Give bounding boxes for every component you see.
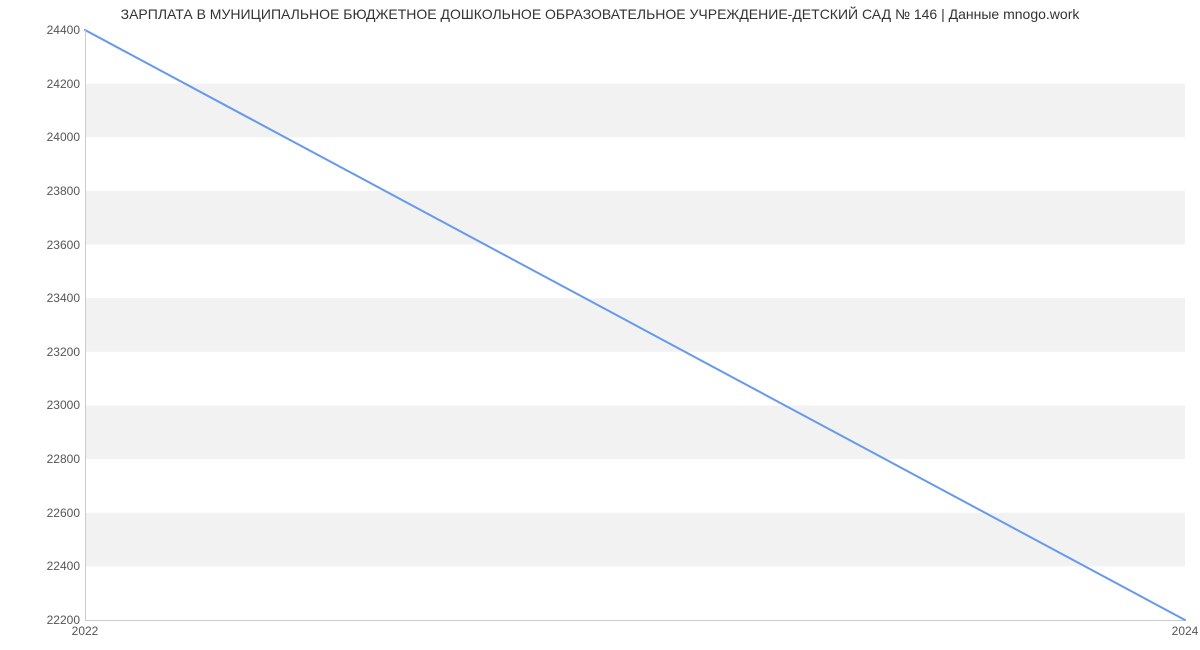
y-axis-line [85,30,86,620]
plot-svg [85,30,1185,620]
y-tick-label: 23600 [10,238,80,252]
y-tick-label: 22400 [10,559,80,573]
y-tick-label: 23200 [10,345,80,359]
y-tick-label: 24400 [10,23,80,37]
grid-band [85,513,1185,567]
y-tick-label: 23800 [10,184,80,198]
chart-title: ЗАРПЛАТА В МУНИЦИПАЛЬНОЕ БЮДЖЕТНОЕ ДОШКО… [0,6,1200,22]
chart-container: ЗАРПЛАТА В МУНИЦИПАЛЬНОЕ БЮДЖЕТНОЕ ДОШКО… [0,0,1200,650]
y-tick-label: 22200 [10,613,80,627]
y-tick-label: 24200 [10,77,80,91]
y-tick-label: 23400 [10,291,80,305]
y-tick-label: 23000 [10,398,80,412]
x-tick-label: 2024 [1172,624,1199,638]
grid-band [85,84,1185,138]
grid-band [85,405,1185,459]
x-tick-label: 2022 [72,624,99,638]
y-tick-label: 22800 [10,452,80,466]
grid-band [85,191,1185,245]
y-tick-label: 22600 [10,506,80,520]
y-tick-label: 24000 [10,130,80,144]
plot-area [85,30,1185,621]
